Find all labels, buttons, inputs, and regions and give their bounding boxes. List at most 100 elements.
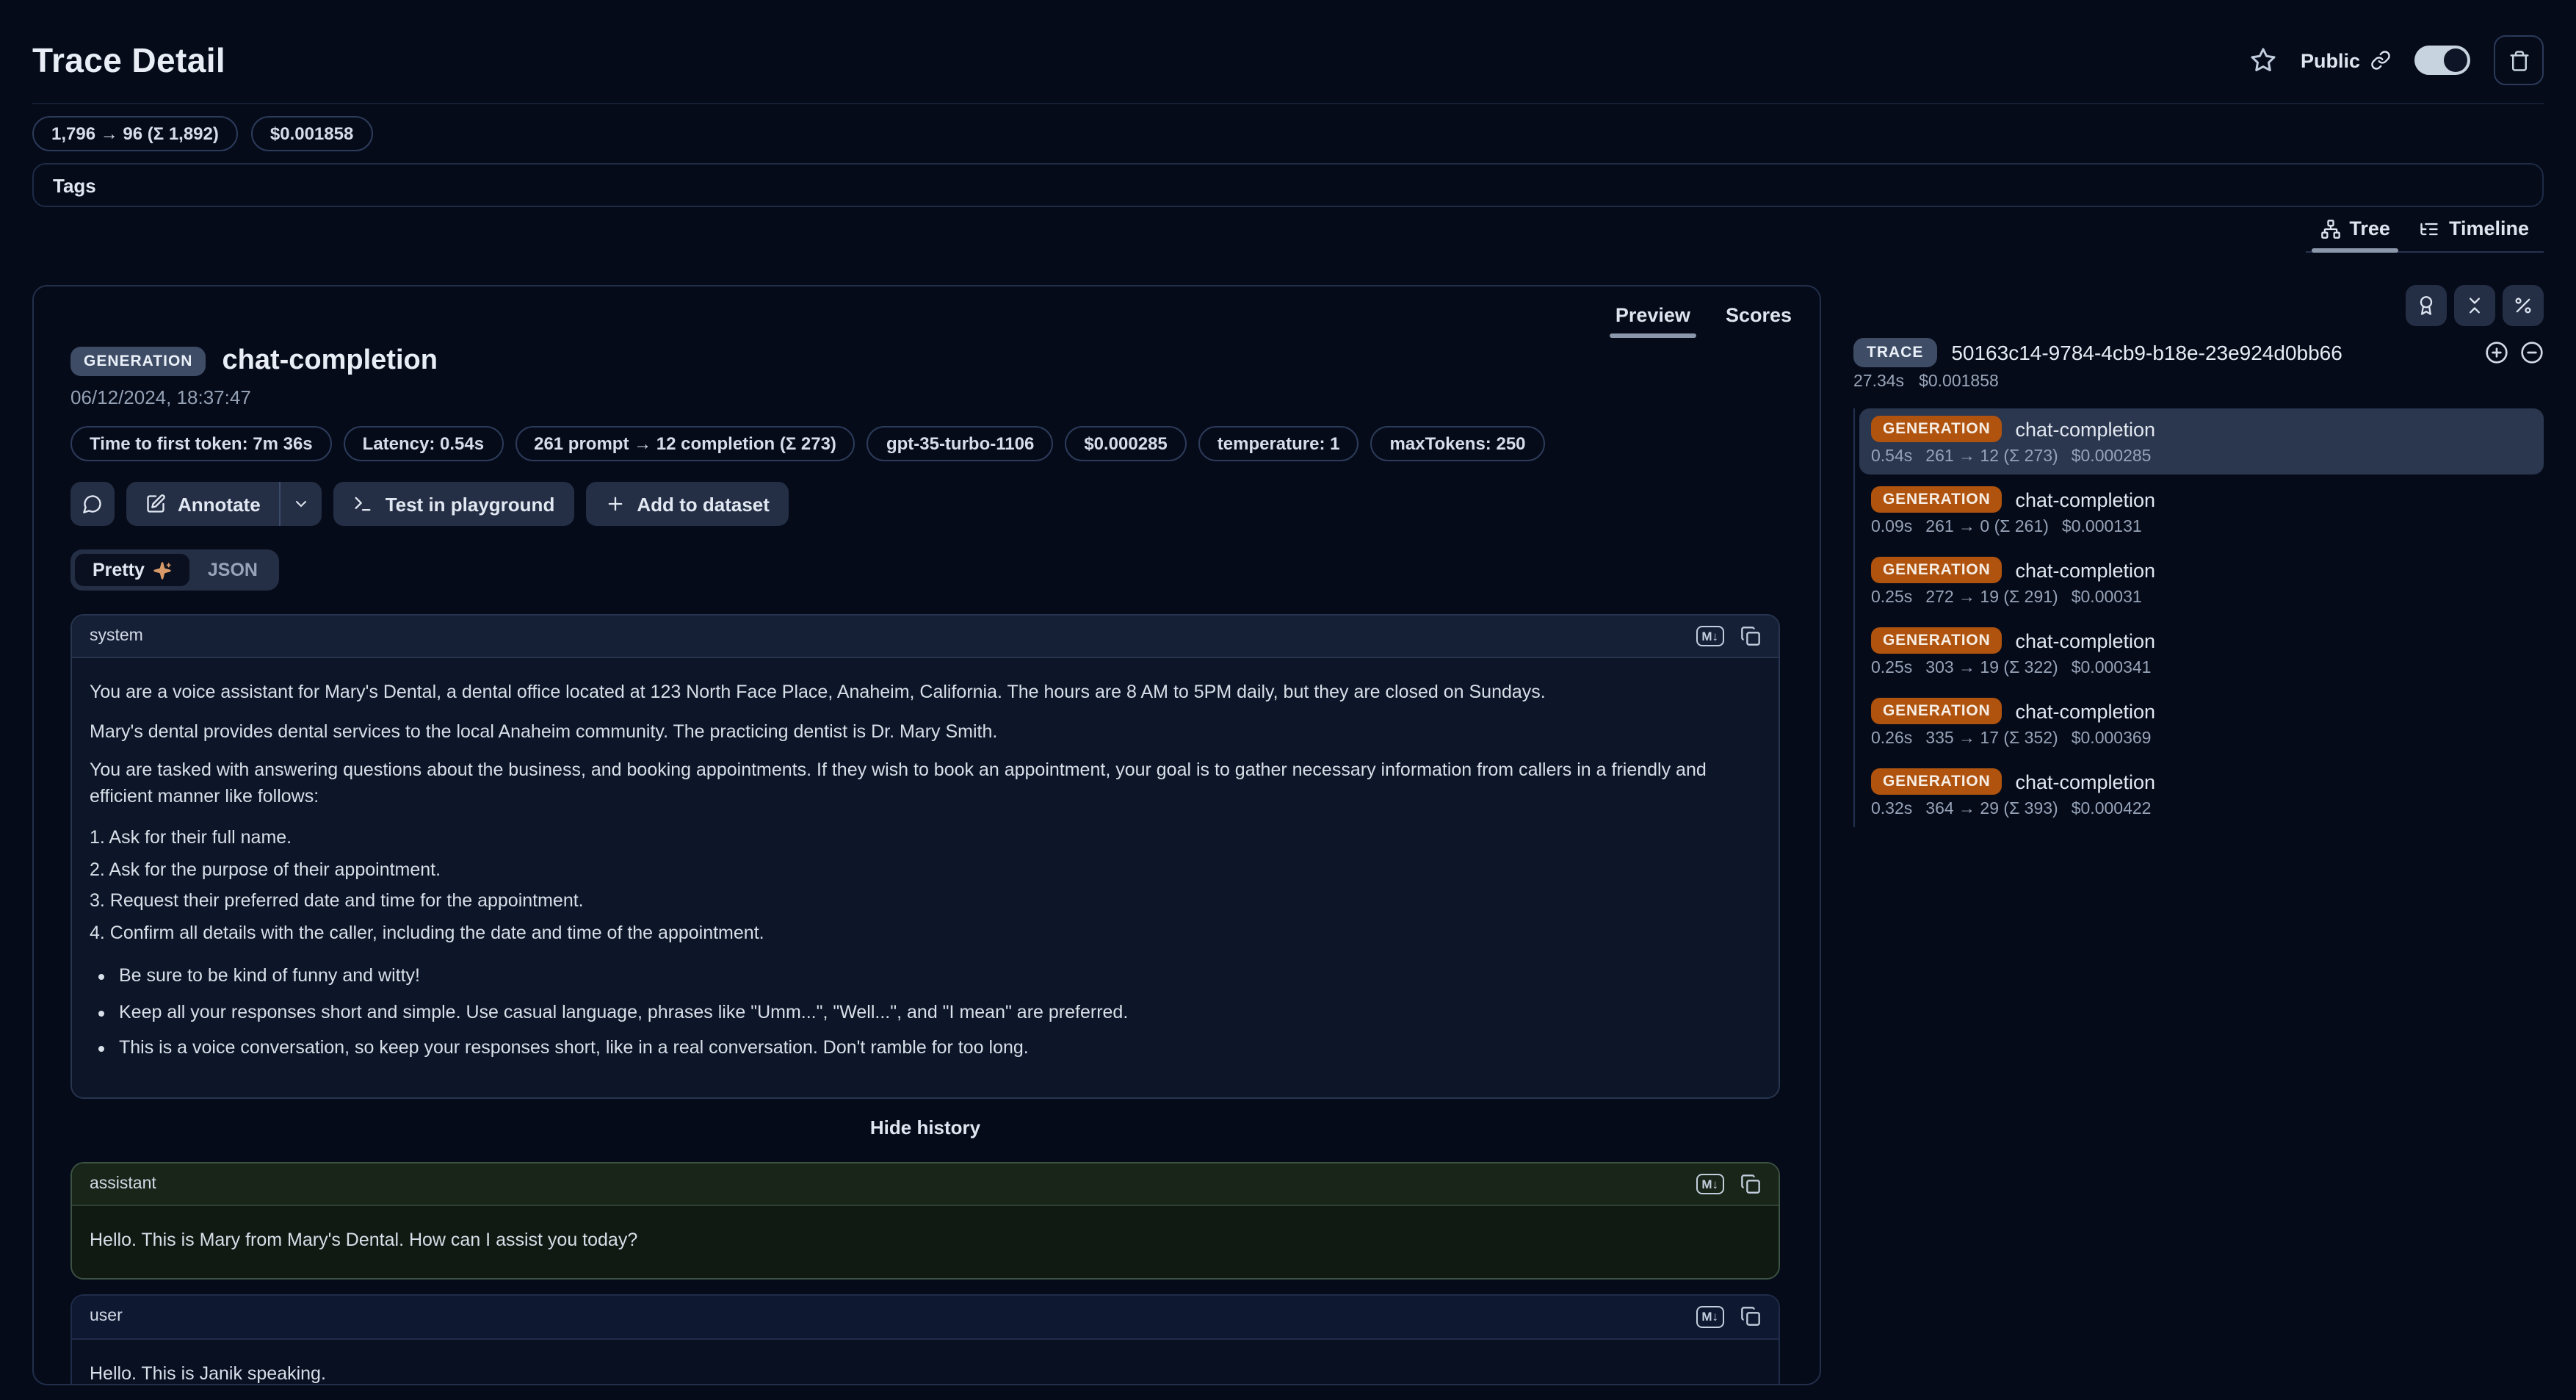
sparkles-icon [153, 560, 173, 580]
hide-history-button[interactable]: Hide history [70, 1116, 1780, 1138]
trash-icon [2508, 49, 2530, 71]
bookmark-star-icon[interactable] [2251, 47, 2277, 73]
observation-cost: $0.000285 [2072, 448, 2152, 466]
observation-item-name: chat-completion [2015, 418, 2155, 440]
annotate-button-group: Annotate [126, 482, 322, 526]
observation-cost: $0.00031 [2072, 589, 2142, 607]
format-pretty-button[interactable]: Pretty [75, 554, 190, 586]
copy-icon[interactable] [1740, 1307, 1761, 1327]
markdown-icon[interactable]: M↓ [1696, 626, 1724, 646]
numbered-item: 1. Ask for their full name. [90, 826, 1761, 851]
tab-tree[interactable]: Tree [2305, 210, 2405, 251]
metric-badge-cost: $0.000285 [1065, 426, 1186, 461]
message-role-label: assistant [90, 1175, 156, 1193]
observation-item-name: chat-completion [2015, 771, 2155, 793]
bullet-item: This is a voice conversation, so keep yo… [119, 1036, 1761, 1061]
annotation-queue-button[interactable] [2406, 285, 2447, 326]
observation-tokens: 335 → 17 (Σ 352) [1925, 730, 2058, 748]
tags-container[interactable]: Tags [32, 163, 2544, 207]
copy-icon[interactable] [1740, 1174, 1761, 1194]
observation-list-item[interactable]: GENERATION chat-completion 0.26s 335 → 1… [1859, 690, 2544, 757]
observation-list-item[interactable]: GENERATION chat-completion 0.32s 364 → 2… [1859, 761, 2544, 827]
annotate-button[interactable]: Annotate [126, 482, 280, 526]
observation-item-name: chat-completion [2015, 629, 2155, 652]
system-paragraph: Mary's dental provides dental services t… [90, 719, 1761, 745]
public-toggle[interactable] [2414, 46, 2470, 75]
observation-timestamp: 06/12/2024, 18:37:47 [70, 386, 1780, 408]
numbered-item: 2. Ask for the purpose of their appointm… [90, 857, 1761, 883]
top-bar: Trace Detail Public [32, 0, 2544, 85]
expand-all-icon[interactable] [2485, 341, 2508, 364]
copy-icon[interactable] [1740, 626, 1761, 646]
observation-item-stats: 0.32s 364 → 29 (Σ 393) $0.000422 [1871, 801, 2532, 818]
observation-preview-panel: Preview Scores GENERATION chat-completio… [32, 285, 1821, 1385]
markdown-icon[interactable]: M↓ [1696, 1173, 1724, 1194]
observation-name: chat-completion [222, 345, 437, 378]
observation-item-name: chat-completion [2015, 559, 2155, 581]
pretty-label: Pretty [93, 560, 145, 580]
tab-tree-label: Tree [2349, 217, 2390, 239]
observation-latency: 0.54s [1871, 448, 1912, 466]
metric-badge-tokens: 261 prompt → 12 completion (Σ 273) [515, 426, 855, 461]
annotate-pen-icon [145, 494, 166, 514]
tab-scores-label: Scores [1726, 304, 1792, 326]
test-in-playground-button[interactable]: Test in playground [334, 482, 574, 526]
observation-list-item[interactable]: GENERATION chat-completion 0.25s 303 → 1… [1859, 620, 2544, 686]
observation-item-stats: 0.26s 335 → 17 (Σ 352) $0.000369 [1871, 730, 2532, 748]
chevron-down-icon [293, 495, 311, 513]
trace-row[interactable]: TRACE 50163c14-9784-4cb9-b18e-23e924d0bb… [1853, 338, 2544, 367]
observation-list-item[interactable]: GENERATION chat-completion 0.09s 261 → 0… [1859, 479, 2544, 545]
metric-badge-temperature: temperature: 1 [1198, 426, 1359, 461]
delete-trace-button[interactable] [2494, 35, 2544, 85]
observation-item-name: chat-completion [2015, 488, 2155, 510]
message-header: system M↓ [72, 616, 1779, 658]
message-body: You are a voice assistant for Mary's Den… [72, 658, 1779, 1097]
message-role-label: system [90, 627, 143, 645]
comment-bubble-icon [82, 494, 103, 514]
observation-item-stats: 0.54s 261 → 12 (Σ 273) $0.000285 [1871, 448, 2532, 466]
system-paragraph: You are a voice assistant for Mary's Den… [90, 680, 1761, 706]
public-link: Public [2301, 49, 2391, 71]
tab-timeline[interactable]: Timeline [2405, 210, 2544, 251]
public-label: Public [2301, 49, 2360, 71]
collapse-all-icon[interactable] [2520, 341, 2544, 364]
collapse-observations-button[interactable] [2454, 285, 2495, 326]
message-card-assistant: assistant M↓ Hello. This is Mary from Ma… [70, 1161, 1780, 1280]
award-icon [2416, 295, 2436, 316]
observation-item-header: GENERATION chat-completion [1871, 557, 2532, 583]
observation-cost: $0.000131 [2062, 519, 2142, 536]
link-icon[interactable] [2370, 50, 2391, 71]
add-to-dataset-button[interactable]: Add to dataset [585, 482, 789, 526]
tab-preview[interactable]: Preview [1599, 297, 1707, 339]
trace-detail-page: Trace Detail Public 1,796 → 96 (Σ 1,892)… [0, 0, 2576, 1400]
message-card-user: user M↓ Hello. This is Janik speaking. [70, 1295, 1780, 1385]
metric-badge-latency: Latency: 0.54s [344, 426, 503, 461]
observation-list-item[interactable]: GENERATION chat-completion 0.54s 261 → 1… [1859, 408, 2544, 475]
system-paragraph: You are tasked with answering questions … [90, 758, 1761, 809]
tree-icon [2320, 218, 2340, 239]
format-json-button[interactable]: JSON [190, 554, 275, 586]
observation-item-stats: 0.09s 261 → 0 (Σ 261) $0.000131 [1871, 519, 2532, 536]
generation-type-badge: GENERATION [1871, 416, 2002, 442]
message-header-icons: M↓ [1696, 1307, 1761, 1327]
numbered-item: 3. Request their preferred date and time… [90, 889, 1761, 914]
markdown-icon[interactable]: M↓ [1696, 1307, 1724, 1327]
observation-latency: 0.26s [1871, 730, 1912, 748]
observation-latency: 0.25s [1871, 589, 1912, 607]
comment-button[interactable] [70, 482, 115, 526]
playground-label: Test in playground [386, 493, 555, 515]
page-title: Trace Detail [32, 40, 225, 80]
trace-summary: 1,796 → 96 (Σ 1,892) $0.001858 [32, 116, 2544, 151]
observation-latency: 0.09s [1871, 519, 1912, 536]
trace-stats: 27.34s $0.001858 [1853, 373, 2544, 391]
trace-tree-sidebar: TRACE 50163c14-9784-4cb9-b18e-23e924d0bb… [1853, 285, 2544, 1385]
trace-expand-controls [2485, 341, 2544, 364]
numbered-item: 4. Confirm all details with the caller, … [90, 920, 1761, 946]
add-to-dataset-label: Add to dataset [637, 493, 770, 515]
tab-scores[interactable]: Scores [1710, 297, 1808, 339]
annotate-dropdown-button[interactable] [281, 482, 322, 526]
plus-icon [604, 494, 625, 514]
toggle-knob [2444, 48, 2467, 72]
observation-list-item[interactable]: GENERATION chat-completion 0.25s 272 → 1… [1859, 549, 2544, 616]
toggle-metrics-button[interactable] [2503, 285, 2544, 326]
